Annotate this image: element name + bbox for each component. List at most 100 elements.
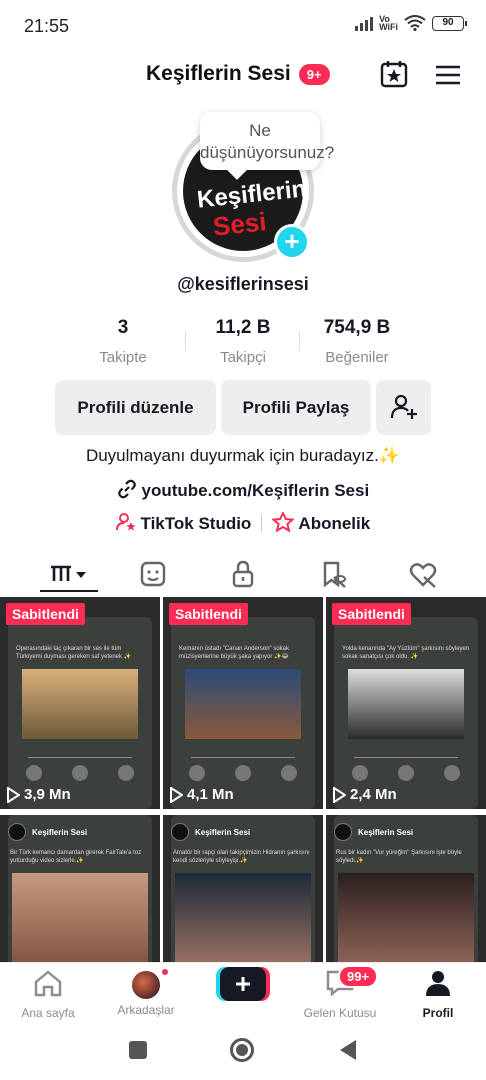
add-friend-button[interactable] bbox=[376, 380, 431, 435]
player-progress bbox=[354, 757, 458, 758]
view-count: 3,9 Mn bbox=[6, 786, 71, 803]
subscription-label: Abonelik bbox=[298, 514, 371, 533]
pinned-badge: Sabitlendi bbox=[332, 603, 411, 625]
video-thumbnail[interactable]: Sabitlendi Yolda kenarında "Ay Yüzlüm" ş… bbox=[326, 597, 486, 809]
pinned-badge: Sabitlendi bbox=[6, 603, 85, 625]
video-caption: Rus bir kadın "Vur yüreğim" Şarkısını iş… bbox=[336, 850, 462, 864]
tab-saved[interactable] bbox=[318, 559, 348, 589]
battery-indicator: 90 bbox=[432, 15, 467, 31]
inbox-badge: 99+ bbox=[338, 965, 379, 988]
player-progress bbox=[191, 757, 295, 758]
video-photo bbox=[338, 873, 474, 962]
stat-following[interactable]: 3 Takipte bbox=[68, 317, 178, 366]
studio-icon bbox=[115, 513, 136, 531]
video-thumbnail[interactable]: Sabitlendi Operasındaki taç çıkaran bir … bbox=[0, 597, 160, 809]
nav-home[interactable]: Ana sayfa bbox=[0, 969, 96, 1020]
video-photo bbox=[175, 873, 311, 962]
tab-liked[interactable] bbox=[408, 559, 438, 589]
video-thumbnail[interactable]: Keşiflerin Sesi Bir Türk kemancı damarda… bbox=[0, 815, 160, 962]
player-controls bbox=[326, 765, 486, 781]
video-caption: Bir Türk kemancı damardan girerek FairTa… bbox=[10, 850, 142, 864]
following-label: Takipte bbox=[99, 349, 147, 366]
video-thumbnail[interactable]: Keşiflerin Sesi Amatör bir rapçi olan ta… bbox=[163, 815, 323, 962]
view-count-text: 3,9 Mn bbox=[24, 786, 71, 803]
video-thumbnail[interactable]: Keşiflerin Sesi Rus bir kadın "Vur yüreğ… bbox=[326, 815, 486, 962]
followers-label: Takipçi bbox=[220, 349, 266, 366]
account-logo bbox=[171, 823, 189, 841]
nav-profile-label: Profil bbox=[422, 1006, 454, 1020]
subscription-link[interactable]: Abonelik bbox=[271, 510, 371, 534]
following-count: 3 bbox=[117, 317, 129, 338]
system-nav-bar bbox=[0, 1028, 486, 1080]
menu-icon[interactable] bbox=[435, 64, 461, 86]
profile-link[interactable]: youtube.com/Keşiflerin Sesi bbox=[0, 479, 486, 501]
liked-icon bbox=[409, 563, 437, 588]
profile-stats: 3 Takipte 11,2 B Takipçi 754,9 B Beğenil… bbox=[68, 317, 418, 369]
creator-tools-row: TikTok Studio Abonelik bbox=[0, 510, 486, 534]
divider bbox=[261, 514, 263, 532]
pinned-badge: Sabitlendi bbox=[169, 603, 248, 625]
profile-header: Keşiflerin Sesi 9+ bbox=[0, 52, 486, 96]
video-photo bbox=[12, 873, 148, 962]
lock-icon bbox=[232, 560, 254, 588]
stat-likes[interactable]: 754,9 B Beğeniler bbox=[302, 317, 412, 366]
tab-videos[interactable] bbox=[50, 559, 90, 589]
tiktok-studio-label: TikTok Studio bbox=[140, 514, 252, 533]
add-user-icon bbox=[390, 394, 417, 419]
nav-profile[interactable]: Profil bbox=[390, 969, 486, 1020]
video-caption: Kemanın üstadı "Canan Anderson" sokak mü… bbox=[179, 646, 289, 660]
video-account-header: Keşiflerin Sesi bbox=[334, 823, 413, 841]
video-photo bbox=[348, 669, 464, 739]
followers-count: 11,2 B bbox=[215, 317, 271, 338]
view-count-text: 2,4 Mn bbox=[350, 786, 397, 803]
grid-icon bbox=[51, 565, 86, 581]
profile-tabs bbox=[0, 553, 486, 593]
player-controls bbox=[0, 765, 160, 781]
share-profile-button[interactable]: Profili Paylaş bbox=[221, 380, 371, 435]
account-switcher[interactable]: Keşiflerin Sesi 9+ bbox=[146, 62, 330, 86]
nav-friends[interactable]: Arkadaşlar bbox=[98, 969, 194, 1017]
account-name: Keşiflerin Sesi bbox=[358, 827, 414, 837]
tiktok-studio-link[interactable]: TikTok Studio bbox=[115, 512, 252, 534]
view-count-text: 4,1 Mn bbox=[187, 786, 234, 803]
create-button[interactable] bbox=[216, 967, 270, 1001]
repost-icon bbox=[140, 561, 166, 587]
view-count: 2,4 Mn bbox=[332, 786, 397, 803]
account-name: Keşiflerin Sesi bbox=[195, 827, 251, 837]
account-name: Keşiflerin Sesi bbox=[32, 827, 88, 837]
status-icons: Vo WiFi 90 bbox=[355, 14, 467, 32]
stat-divider bbox=[185, 331, 186, 351]
wifi-icon bbox=[404, 15, 426, 31]
nav-home-label: Ana sayfa bbox=[21, 1006, 75, 1020]
video-caption: Operasındaki taç çıkaran bir ses ile tüm… bbox=[16, 646, 132, 660]
avatar-logo-line2: Sesi bbox=[211, 206, 268, 242]
player-progress bbox=[28, 757, 132, 758]
tab-private[interactable] bbox=[228, 559, 258, 589]
video-grid: Sabitlendi Operasındaki taç çıkaran bir … bbox=[0, 597, 486, 962]
friends-notification-dot bbox=[160, 967, 170, 977]
username: @kesiflerinsesi bbox=[177, 274, 309, 294]
likes-count: 754,9 B bbox=[323, 317, 391, 338]
note-bubble[interactable]: Ne düşünüyorsunuz? bbox=[200, 112, 334, 170]
stat-divider bbox=[299, 331, 300, 351]
add-story-button[interactable]: + bbox=[274, 224, 310, 260]
profile-link-text: youtube.com/Keşiflerin Sesi bbox=[141, 481, 370, 500]
play-icon bbox=[170, 786, 183, 803]
calendar-star-icon[interactable] bbox=[380, 60, 408, 88]
tab-reposts[interactable] bbox=[138, 559, 168, 589]
edit-profile-button[interactable]: Profili düzenle bbox=[55, 380, 216, 435]
video-thumbnail[interactable]: Sabitlendi Kemanın üstadı "Canan Anderso… bbox=[163, 597, 323, 809]
vowifi-label: Vo WiFi bbox=[379, 14, 398, 32]
notification-badge: 9+ bbox=[298, 63, 330, 85]
play-icon bbox=[7, 786, 20, 803]
likes-label: Beğeniler bbox=[325, 349, 389, 366]
stat-followers[interactable]: 11,2 B Takipçi bbox=[188, 317, 298, 366]
bottom-nav: Ana sayfa Arkadaşlar Gelen Kutusu 99+ Pr… bbox=[0, 962, 486, 1028]
video-account-header: Keşiflerin Sesi bbox=[8, 823, 87, 841]
back-button[interactable] bbox=[338, 1039, 358, 1061]
recent-apps-button[interactable] bbox=[129, 1041, 147, 1059]
home-button[interactable] bbox=[230, 1038, 254, 1062]
view-count: 4,1 Mn bbox=[169, 786, 234, 803]
subscription-icon bbox=[271, 510, 296, 533]
video-account-header: Keşiflerin Sesi bbox=[171, 823, 250, 841]
